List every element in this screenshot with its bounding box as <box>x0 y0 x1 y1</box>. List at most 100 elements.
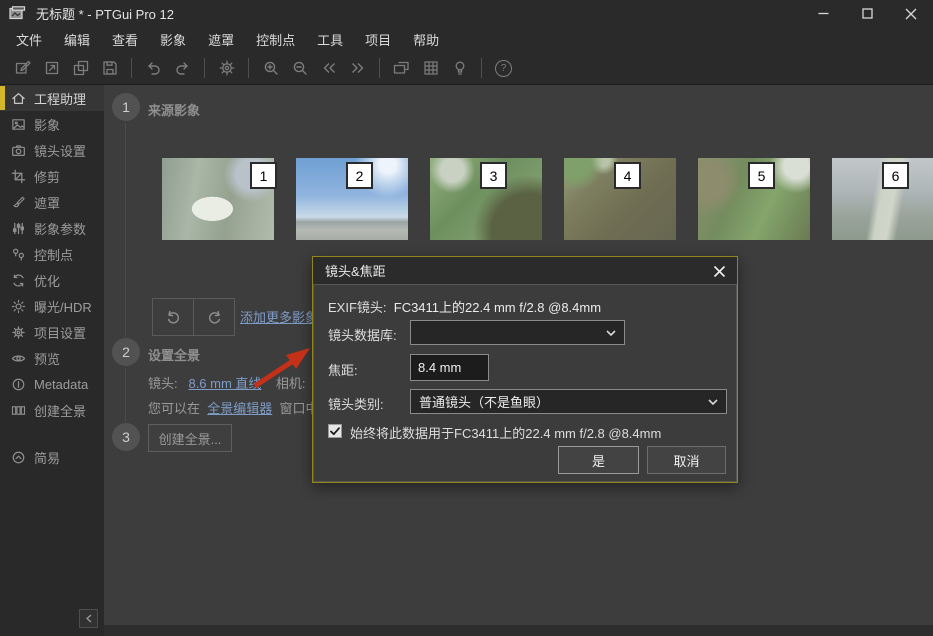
chevron-down-icon <box>708 399 718 405</box>
image-number-badge: 1 <box>250 162 277 189</box>
optimize-icon <box>11 273 26 288</box>
step3-circle: 3 <box>112 423 140 451</box>
panorama-editor-link[interactable]: 全景编辑器 <box>207 401 272 416</box>
toolbar <box>0 52 933 85</box>
sidebar-item-mask[interactable]: 遮罩 <box>0 189 104 215</box>
sidebar-item-control-points[interactable]: 控制点 <box>0 241 104 267</box>
menu-tools[interactable]: 工具 <box>306 27 354 52</box>
undo-icon[interactable] <box>139 55 168 81</box>
step1-title: 来源影象 <box>148 100 200 119</box>
sidebar-item-lens-settings[interactable]: 镜头设置 <box>0 137 104 163</box>
sidebar-item-image-parameters[interactable]: 影象参数 <box>0 215 104 241</box>
editor-hint-line: 您可以在 全景编辑器 窗口中 <box>148 398 319 417</box>
image-number-badge: 4 <box>614 162 641 189</box>
sidebar-item-preview[interactable]: 预览 <box>0 345 104 371</box>
rotate-cw-icon <box>206 309 223 326</box>
menu-project[interactable]: 项目 <box>354 27 402 52</box>
settings-gear-icon[interactable] <box>212 55 241 81</box>
sidebar-item-simple-mode[interactable]: 简易 <box>0 444 104 470</box>
menu-control-points[interactable]: 控制点 <box>245 27 306 52</box>
exif-lens-value: FC3411上的22.4 mm f/2.8 @8.4mm <box>394 300 601 315</box>
gear-icon <box>11 325 26 340</box>
image-number-badge: 6 <box>882 162 909 189</box>
menu-mask[interactable]: 遮罩 <box>197 27 245 52</box>
lens-focal-dialog: 镜头&焦距 EXIF镜头: FC3411上的22.4 mm f/2.8 @8.4… <box>312 256 738 483</box>
edit-project-icon[interactable] <box>8 55 37 81</box>
sidebar-item-project-assistant[interactable]: 工程助理 <box>0 85 104 111</box>
panorama-editor-icon[interactable] <box>387 55 416 81</box>
toolbar-separator <box>481 58 482 78</box>
step-connector <box>125 123 126 337</box>
grid-icon[interactable] <box>416 55 445 81</box>
sidebar-item-metadata[interactable]: Metadata <box>0 371 104 397</box>
focal-length-input[interactable] <box>410 354 489 381</box>
lens-database-label: 镜头数据库: <box>328 325 397 344</box>
source-image-thumbnail[interactable]: 4 <box>564 158 676 240</box>
sidebar-item-project-settings[interactable]: 项目设置 <box>0 319 104 345</box>
source-image-list: 1 2 3 4 5 6 <box>162 158 933 240</box>
rotate-ccw-button[interactable] <box>153 299 193 335</box>
lens-type-label: 镜头类别: <box>328 394 384 413</box>
cancel-button[interactable]: 取消 <box>647 446 726 474</box>
menu-help[interactable]: 帮助 <box>402 27 450 52</box>
lens-database-select[interactable] <box>410 320 625 345</box>
step2-title: 设置全景 <box>148 345 200 364</box>
step2-circle: 2 <box>112 338 140 366</box>
exposure-icon <box>11 299 26 314</box>
save-icon[interactable] <box>95 55 124 81</box>
rotate-ccw-icon <box>165 309 182 326</box>
minimize-button[interactable] <box>801 0 845 27</box>
window-title: 无标题 * - PTGui Pro 12 <box>36 4 174 23</box>
zoom-out-icon[interactable] <box>285 55 314 81</box>
maximize-button[interactable] <box>845 0 889 27</box>
brush-icon <box>11 195 26 210</box>
toolbar-separator <box>131 58 132 78</box>
open-icon[interactable] <box>37 55 66 81</box>
toolbar-separator <box>379 58 380 78</box>
dialog-title: 镜头&焦距 <box>325 261 386 280</box>
source-image-thumbnail[interactable]: 1 <box>162 158 274 240</box>
home-icon <box>11 91 26 106</box>
source-image-thumbnail[interactable]: 3 <box>430 158 542 240</box>
source-image-thumbnail[interactable]: 6 <box>832 158 933 240</box>
redo-icon[interactable] <box>168 55 197 81</box>
ptgui-window: 无标题 * - PTGui Pro 12 文件 编辑 查看 影象 遮罩 控制点 … <box>0 0 933 636</box>
create-panorama-button[interactable]: 创建全景... <box>148 424 232 452</box>
duplicate-icon[interactable] <box>66 55 95 81</box>
rotate-cw-button[interactable] <box>193 299 234 335</box>
close-icon <box>713 265 726 278</box>
sidebar-item-exposure-hdr[interactable]: 曝光/HDR <box>0 293 104 319</box>
sidebar-item-images[interactable]: 影象 <box>0 111 104 137</box>
bottom-strip <box>104 625 933 636</box>
yes-button[interactable]: 是 <box>558 446 639 474</box>
sidebar-item-optimize[interactable]: 优化 <box>0 267 104 293</box>
sidebar-collapse-button[interactable] <box>79 609 98 628</box>
dialog-close-button[interactable] <box>711 263 727 279</box>
info-icon <box>11 377 26 392</box>
always-use-checkbox[interactable] <box>328 424 342 438</box>
lightbulb-icon[interactable] <box>445 55 474 81</box>
menu-edit[interactable]: 编辑 <box>53 27 101 52</box>
previous-icon[interactable] <box>314 55 343 81</box>
check-icon <box>330 427 340 436</box>
rotate-button-group <box>152 298 235 336</box>
lens-link[interactable]: 8.6 mm 直线 <box>188 376 261 391</box>
source-image-thumbnail[interactable]: 5 <box>698 158 810 240</box>
help-icon[interactable] <box>489 55 518 81</box>
menu-file[interactable]: 文件 <box>5 27 53 52</box>
toolbar-separator <box>248 58 249 78</box>
source-image-thumbnail[interactable]: 2 <box>296 158 408 240</box>
sidebar-item-crop[interactable]: 修剪 <box>0 163 104 189</box>
sidebar: 工程助理 影象 镜头设置 修剪 遮罩 影象参数 <box>0 85 104 636</box>
sidebar-item-create-panorama[interactable]: 创建全景 <box>0 397 104 423</box>
menu-images[interactable]: 影象 <box>149 27 197 52</box>
eye-icon <box>11 351 26 366</box>
next-icon[interactable] <box>343 55 372 81</box>
close-button[interactable] <box>889 0 933 27</box>
lens-type-select[interactable]: 普通镜头（不是鱼眼） <box>410 389 727 414</box>
zoom-in-icon[interactable] <box>256 55 285 81</box>
lens-info-line: 镜头: 8.6 mm 直线 相机: <box>148 373 306 392</box>
chevron-up-circle-icon <box>11 450 26 465</box>
menu-view[interactable]: 查看 <box>101 27 149 52</box>
dialog-body: EXIF镜头: FC3411上的22.4 mm f/2.8 @8.4mm 镜头数… <box>313 284 737 482</box>
